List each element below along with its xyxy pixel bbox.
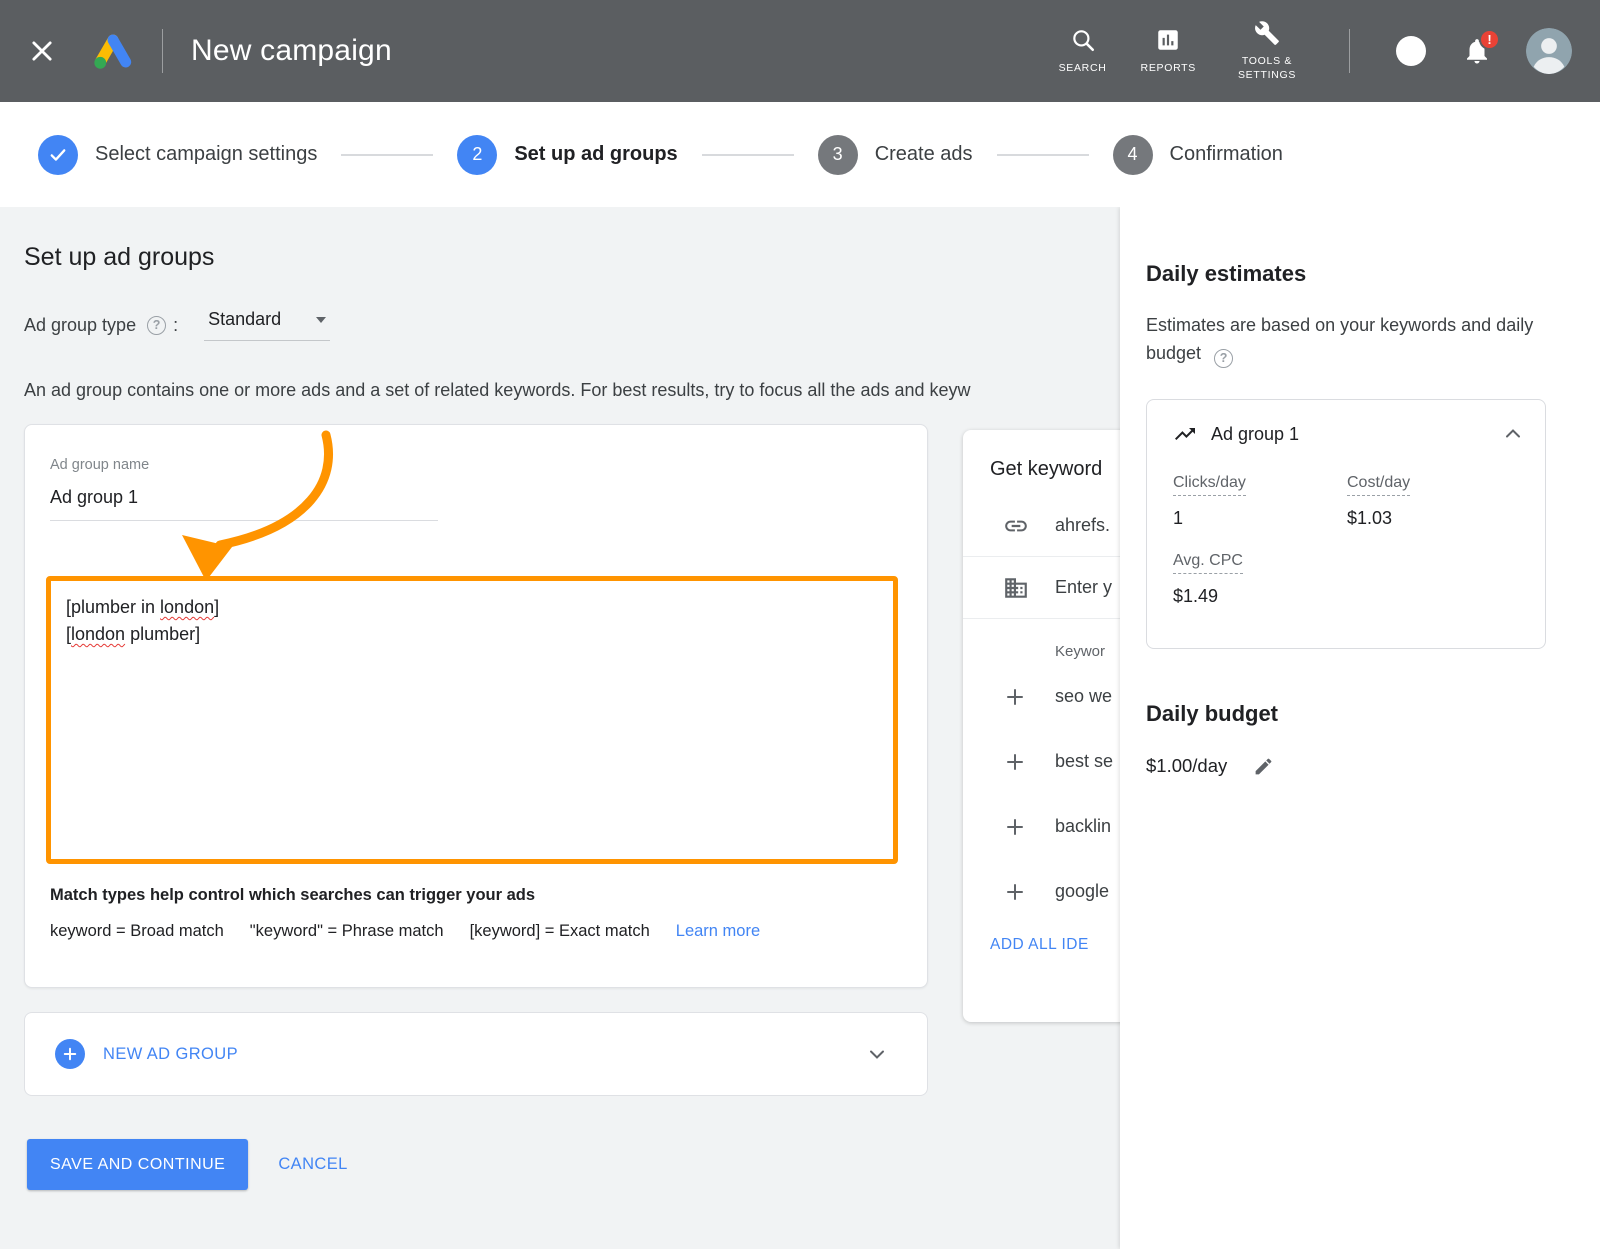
plus-icon xyxy=(1003,750,1027,774)
step-4-label: Confirmation xyxy=(1170,143,1283,166)
step-set-up-ad-groups[interactable]: 2 Set up ad groups xyxy=(457,135,677,175)
keyword-idea-text: google xyxy=(1055,881,1109,902)
pencil-icon xyxy=(1253,756,1274,777)
reports-label: REPORTS xyxy=(1141,61,1196,75)
daily-estimates-title: Daily estimates xyxy=(1146,261,1306,287)
ad-group-estimate-card: Ad group 1 Clicks/day 1 Cost/day $1.03 A… xyxy=(1146,399,1546,649)
plus-icon xyxy=(1003,880,1027,904)
daily-budget-row: $1.00/day xyxy=(1146,755,1274,777)
step-2-circle: 2 xyxy=(457,135,497,175)
expand-chevron-icon[interactable] xyxy=(865,1042,889,1066)
notifications-button[interactable]: ! xyxy=(1462,36,1492,66)
daily-budget-value: $1.00/day xyxy=(1146,755,1227,777)
keyword-idea-text: backlin xyxy=(1055,816,1111,837)
action-row: SAVE AND CONTINUE CANCEL xyxy=(27,1139,348,1190)
ad-group-type-select[interactable]: Standard xyxy=(204,309,330,341)
step-select-campaign-settings[interactable]: Select campaign settings xyxy=(38,135,317,175)
keywords-text: [plumber in london][london plumber] xyxy=(66,594,878,648)
ad-group-type-colon: : xyxy=(173,315,178,336)
ad-group-type-help-icon[interactable] xyxy=(147,316,166,335)
phrase-match-hint: "keyword" = Phrase match xyxy=(250,922,444,941)
section-description: An ad group contains one or more ads and… xyxy=(24,380,1114,401)
collapse-chevron-icon[interactable] xyxy=(1501,422,1525,446)
add-circle-icon xyxy=(55,1039,85,1069)
plus-icon xyxy=(1003,815,1027,839)
edit-budget-button[interactable] xyxy=(1253,756,1274,777)
avg-cpc-label: Avg. CPC xyxy=(1173,552,1243,574)
tools-settings-button[interactable]: TOOLS & SETTINGS xyxy=(1230,20,1304,82)
step-1-label: Select campaign settings xyxy=(95,143,317,166)
wrench-icon xyxy=(1254,20,1280,46)
keywords-textarea[interactable]: [plumber in london][london plumber] xyxy=(46,576,898,864)
search-label: SEARCH xyxy=(1059,61,1107,75)
ad-group-name-input[interactable]: Ad group 1 xyxy=(50,487,438,521)
step-3-circle: 3 xyxy=(818,135,858,175)
trending-up-icon xyxy=(1173,422,1197,446)
chevron-down-icon xyxy=(316,317,326,323)
daily-budget-title: Daily budget xyxy=(1146,701,1278,727)
header-divider-2 xyxy=(1349,29,1350,73)
tools-settings-label: TOOLS & SETTINGS xyxy=(1230,54,1304,82)
keyword-idea-text: seo we xyxy=(1055,686,1112,707)
step-confirmation[interactable]: 4 Confirmation xyxy=(1113,135,1283,175)
ad-group-type-label: Ad group type xyxy=(24,315,136,336)
match-types-title: Match types help control which searches … xyxy=(50,886,535,905)
cost-per-day-label: Cost/day xyxy=(1347,474,1410,496)
clicks-per-day-label: Clicks/day xyxy=(1173,474,1246,496)
daily-estimates-subtitle: Estimates are based on your keywords and… xyxy=(1146,311,1550,368)
business-icon xyxy=(1003,575,1029,601)
reports-icon xyxy=(1155,27,1181,53)
estimate-group-name: Ad group 1 xyxy=(1211,424,1299,445)
search-button[interactable]: SEARCH xyxy=(1059,27,1107,75)
clicks-per-day-value: 1 xyxy=(1173,508,1183,529)
plus-icon xyxy=(1003,685,1027,709)
stepper-connector xyxy=(341,154,433,156)
daily-estimates-panel: Daily estimates Estimates are based on y… xyxy=(1120,207,1600,1249)
reports-button[interactable]: REPORTS xyxy=(1141,27,1196,75)
keyword-idea-text: best se xyxy=(1055,751,1113,772)
new-ad-group-label: NEW AD GROUP xyxy=(103,1045,238,1064)
progress-stepper: Select campaign settings 2 Set up ad gro… xyxy=(0,102,1600,207)
cost-per-day-value: $1.03 xyxy=(1347,508,1392,529)
ad-group-type-value: Standard xyxy=(208,309,281,330)
notification-badge: ! xyxy=(1479,29,1500,50)
ad-group-name-label: Ad group name xyxy=(50,457,149,473)
step-2-label: Set up ad groups xyxy=(514,143,677,166)
main-content: Set up ad groups Ad group type : Standar… xyxy=(0,207,1600,1249)
step-create-ads[interactable]: 3 Create ads xyxy=(818,135,973,175)
help-icon[interactable] xyxy=(1396,36,1426,66)
step-4-circle: 4 xyxy=(1113,135,1153,175)
check-icon xyxy=(48,145,68,165)
avatar[interactable] xyxy=(1526,28,1572,74)
broad-match-hint: keyword = Broad match xyxy=(50,922,224,941)
section-heading: Set up ad groups xyxy=(24,243,214,272)
google-ads-logo xyxy=(92,31,134,71)
header-divider xyxy=(162,29,163,73)
keyword-source-text: ahrefs. xyxy=(1055,515,1110,536)
ad-group-type-row: Ad group type : Standard xyxy=(24,309,330,341)
exact-match-hint: [keyword] = Exact match xyxy=(470,922,650,941)
daily-estimates-subtitle-text: Estimates are based on your keywords and… xyxy=(1146,315,1533,363)
step-1-circle xyxy=(38,135,78,175)
window-title: New campaign xyxy=(191,34,392,68)
match-types-row: keyword = Broad match "keyword" = Phrase… xyxy=(50,922,760,941)
step-3-label: Create ads xyxy=(875,143,973,166)
link-icon xyxy=(1003,513,1029,539)
estimates-help-icon[interactable] xyxy=(1214,349,1233,368)
search-icon xyxy=(1070,27,1096,53)
close-icon[interactable] xyxy=(28,37,56,65)
keyword-enter-text: Enter y xyxy=(1055,577,1112,598)
stepper-connector xyxy=(702,154,794,156)
stepper-connector xyxy=(997,154,1089,156)
estimate-card-header: Ad group 1 xyxy=(1173,422,1525,446)
avg-cpc-value: $1.49 xyxy=(1173,586,1218,607)
save-and-continue-button[interactable]: SAVE AND CONTINUE xyxy=(27,1139,248,1190)
ad-group-card: Ad group name Ad group 1 [plumber in lon… xyxy=(24,424,928,988)
cancel-button[interactable]: CANCEL xyxy=(278,1155,347,1174)
app-header: New campaign SEARCH REPORTS TOOLS & SETT… xyxy=(0,0,1600,102)
new-ad-group-button[interactable]: NEW AD GROUP xyxy=(24,1012,928,1096)
learn-more-link[interactable]: Learn more xyxy=(676,922,760,941)
